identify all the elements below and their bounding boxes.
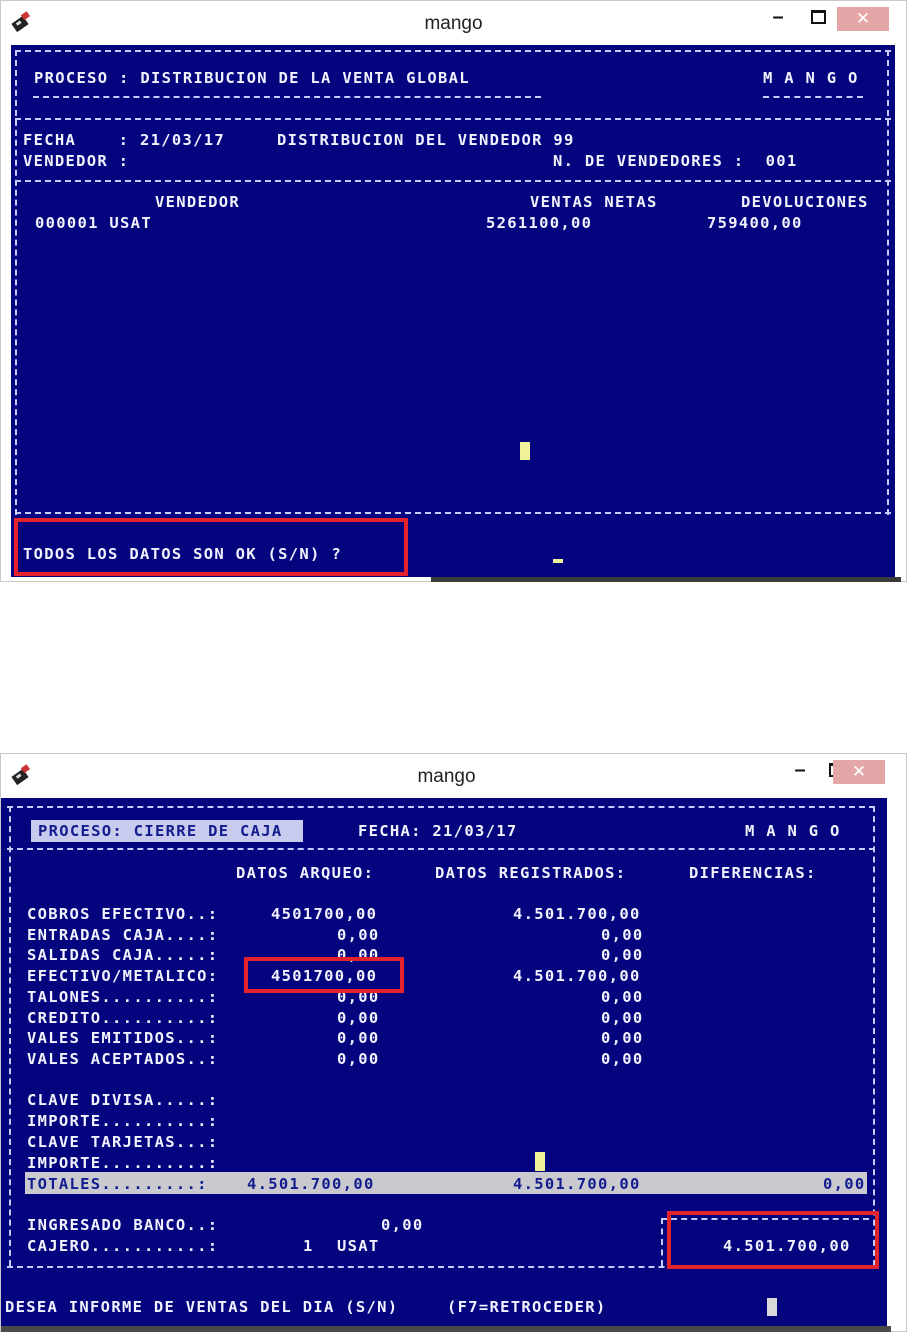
row-label: VALES EMITIDOS...: bbox=[27, 1029, 219, 1047]
col-header-ventas: VENTAS NETAS bbox=[530, 193, 658, 211]
row-label: VALES ACEPTADOS..: bbox=[27, 1050, 219, 1068]
close-button[interactable]: ✕ bbox=[837, 7, 889, 31]
prompt-hint: (F7=RETROCEDER) bbox=[447, 1298, 607, 1316]
field-label: CLAVE DIVISA.....: bbox=[27, 1091, 219, 1109]
row-registrado: 0,00 bbox=[601, 1009, 644, 1027]
row-registrado: 0,00 bbox=[601, 1029, 644, 1047]
field-label: IMPORTE..........: bbox=[27, 1112, 219, 1130]
row-registrado: 4.501.700,00 bbox=[513, 905, 641, 923]
row-label: COBROS EFECTIVO..: bbox=[27, 905, 219, 923]
highlight-box-efectivo bbox=[244, 957, 404, 993]
close-icon: ✕ bbox=[855, 9, 871, 28]
text-cursor bbox=[520, 442, 530, 460]
underline bbox=[763, 96, 863, 98]
row-label: TALONES..........: bbox=[27, 988, 219, 1006]
row-registrado: 0,00 bbox=[601, 1050, 644, 1068]
minimize-icon: – bbox=[772, 6, 784, 28]
row-registrado: 4.501.700,00 bbox=[513, 967, 641, 985]
highlight-box-total bbox=[667, 1211, 879, 1269]
row-arqueo[interactable]: 4501700,00 bbox=[271, 905, 377, 923]
minimize-button[interactable]: – bbox=[783, 760, 817, 784]
row-registrado: 0,00 bbox=[601, 988, 644, 1006]
maximize-button[interactable] bbox=[801, 7, 835, 31]
close-icon: ✕ bbox=[851, 762, 867, 781]
cajero-num[interactable]: 1 bbox=[303, 1237, 314, 1255]
row-label: ENTRADAS CAJA....: bbox=[27, 926, 219, 944]
brand-label: M A N G O bbox=[745, 822, 841, 840]
row-arqueo[interactable]: 0,00 bbox=[337, 1050, 380, 1068]
ingresado-label: INGRESADO BANCO..: bbox=[27, 1216, 219, 1234]
window-title: mango bbox=[417, 766, 476, 787]
row-registrado: 0,00 bbox=[601, 946, 644, 964]
minimize-button[interactable]: – bbox=[761, 7, 795, 31]
frame-top bbox=[7, 806, 875, 808]
row-label: EFECTIVO/METALICO: bbox=[27, 967, 219, 985]
totales-diferencia: 0,00 bbox=[823, 1175, 866, 1193]
n-vendedores-label: N. DE VENDEDORES : 001 bbox=[553, 152, 798, 170]
totales-label: TOTALES.........: bbox=[27, 1175, 208, 1193]
terminal-screen[interactable]: PROCESO : DISTRIBUCION DE LA VENTA GLOBA… bbox=[11, 45, 895, 577]
minimize-icon: – bbox=[794, 759, 806, 781]
table-row-devoluciones: 759400,00 bbox=[707, 214, 803, 232]
terminal-window-1: mango – ✕ PROCESO : DISTRIBUCION DE LA V… bbox=[0, 0, 907, 582]
divider bbox=[15, 180, 891, 182]
text-cursor bbox=[535, 1152, 545, 1171]
col-header-vendedor: VENDEDOR bbox=[155, 193, 241, 211]
title-bar[interactable]: mango – ✕ bbox=[1, 1, 906, 45]
box-left bbox=[661, 1218, 663, 1266]
col-header-devoluciones: DEVOLUCIONES bbox=[741, 193, 869, 211]
ingresado-value[interactable]: 0,00 bbox=[381, 1216, 424, 1234]
totales-registrado: 4.501.700,00 bbox=[513, 1175, 641, 1193]
maximize-icon bbox=[810, 10, 826, 24]
close-button[interactable]: ✕ bbox=[833, 760, 885, 784]
row-arqueo[interactable]: 0,00 bbox=[337, 926, 380, 944]
table-row-ventas: 5261100,00 bbox=[486, 214, 593, 232]
cajero-name: USAT bbox=[337, 1237, 380, 1255]
row-label: SALIDAS CAJA.....: bbox=[27, 946, 219, 964]
input-cursor bbox=[767, 1298, 777, 1316]
col-header-diferencias: DIFERENCIAS: bbox=[689, 864, 817, 882]
frame-left bbox=[9, 806, 11, 1266]
cajero-label: CAJERO...........: bbox=[27, 1237, 219, 1255]
vendedor-label: VENDEDOR : bbox=[23, 152, 130, 170]
col-header-arqueo: DATOS ARQUEO: bbox=[236, 864, 375, 882]
row-registrado: 0,00 bbox=[601, 926, 644, 944]
field-label: IMPORTE..........: bbox=[27, 1154, 219, 1172]
table-row-vendedor[interactable]: 000001 USAT bbox=[35, 214, 152, 232]
row-label: CREDITO..........: bbox=[27, 1009, 219, 1027]
process-title: PROCESO: CIERRE DE CAJA bbox=[38, 822, 283, 840]
underline bbox=[33, 96, 541, 98]
distribucion-label: DISTRIBUCION DEL VENDEDOR 99 bbox=[277, 131, 575, 149]
divider bbox=[15, 118, 891, 120]
prompt-text[interactable]: DESEA INFORME DE VENTAS DEL DIA (S/N) bbox=[5, 1298, 398, 1316]
frame-top bbox=[15, 50, 891, 52]
divider bbox=[15, 512, 891, 514]
process-title: PROCESO : DISTRIBUCION DE LA VENTA GLOBA… bbox=[34, 69, 470, 87]
row-arqueo[interactable]: 0,00 bbox=[337, 1009, 380, 1027]
totales-arqueo: 4.501.700,00 bbox=[247, 1175, 375, 1193]
background-strip bbox=[1, 1326, 891, 1332]
divider bbox=[7, 848, 875, 850]
fecha-label: FECHA: 21/03/17 bbox=[358, 822, 518, 840]
brand-label: M A N G O bbox=[763, 69, 859, 87]
background-strip bbox=[431, 577, 901, 582]
title-bar[interactable]: mango – ✕ bbox=[1, 754, 906, 798]
input-cursor bbox=[553, 559, 563, 563]
highlight-box-prompt bbox=[14, 518, 408, 576]
col-header-registrados: DATOS REGISTRADOS: bbox=[435, 864, 627, 882]
row-arqueo[interactable]: 0,00 bbox=[337, 1029, 380, 1047]
fecha-label: FECHA : 21/03/17 bbox=[23, 131, 226, 149]
frame-right bbox=[873, 806, 875, 1266]
field-label: CLAVE TARJETAS...: bbox=[27, 1133, 219, 1151]
